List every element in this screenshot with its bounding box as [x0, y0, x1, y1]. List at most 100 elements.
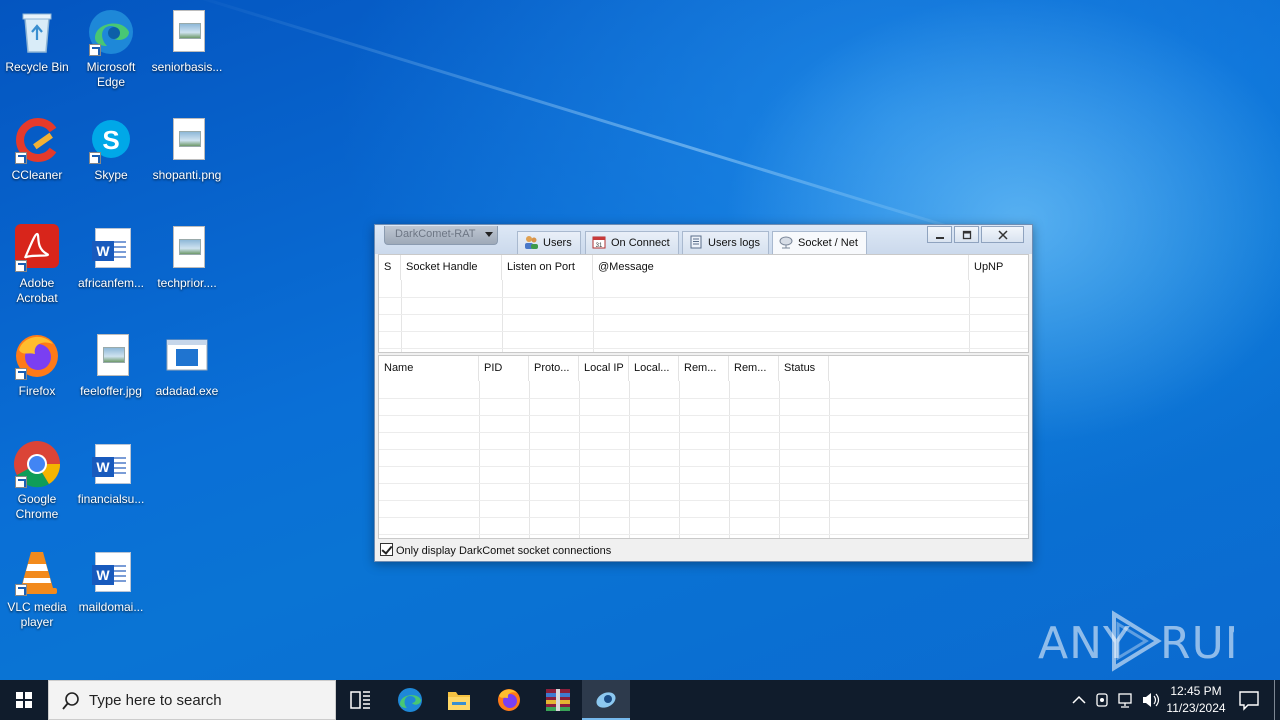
- desktop-icon-recycle-bin[interactable]: Recycle Bin: [0, 8, 75, 75]
- image-file-icon: [87, 332, 135, 380]
- taskbar-darkcomet[interactable]: [582, 680, 630, 720]
- darkcomet-icon: [596, 692, 616, 708]
- taskbar-clock[interactable]: 12:45 PM 11/23/2024: [1160, 683, 1232, 717]
- column-header[interactable]: Status: [779, 356, 829, 381]
- desktop-icon-label: Recycle Bin: [5, 60, 69, 74]
- tab-on-connect[interactable]: 31 On Connect: [585, 231, 679, 254]
- close-button[interactable]: [981, 226, 1024, 243]
- image-file-icon: [163, 8, 211, 56]
- window-titlebar[interactable]: DarkComet-RAT Users 31 On Connect Users …: [375, 225, 1032, 255]
- desktop-icon-techprior[interactable]: techprior....: [149, 224, 225, 291]
- only-darkcomet-sockets-checkbox[interactable]: Only display DarkComet socket connection…: [380, 543, 611, 558]
- tray-network-button[interactable]: [1116, 680, 1138, 720]
- tab-socket-net[interactable]: Socket / Net: [772, 231, 867, 255]
- column-header[interactable]: Name: [379, 356, 479, 381]
- desktop-icon-africanfem[interactable]: W africanfem...: [73, 224, 149, 291]
- column-header[interactable]: Rem...: [729, 356, 779, 381]
- desktop-icon-maildomai[interactable]: W maildomai...: [73, 548, 149, 615]
- grid-line: [379, 449, 1028, 450]
- start-button[interactable]: [0, 680, 48, 720]
- taskbar-edge[interactable]: [386, 680, 434, 720]
- column-header[interactable]: @Message: [593, 255, 969, 280]
- tab-label: Users logs: [708, 237, 760, 249]
- grid-line: [379, 398, 1028, 399]
- ccleaner-icon: [13, 116, 61, 164]
- desktop-icon-adobe-acrobat[interactable]: Adobe Acrobat: [0, 224, 75, 306]
- skype-icon: S: [87, 116, 135, 164]
- tab-users[interactable]: Users: [517, 231, 581, 254]
- grid-line: [379, 466, 1028, 467]
- grid-line: [829, 381, 830, 538]
- maximize-button[interactable]: [954, 226, 979, 243]
- speaker-icon: [1143, 693, 1160, 707]
- desktop-icon-seniorbasis[interactable]: seniorbasis...: [149, 8, 225, 75]
- desktop-icon-label: techprior....: [157, 276, 217, 290]
- close-icon: [997, 229, 1008, 240]
- app-menu-dropdown[interactable]: DarkComet-RAT: [384, 226, 498, 245]
- table-header: Name PID Proto... Local IP Local... Rem.…: [379, 356, 1028, 381]
- desktop-icon-google-chrome[interactable]: Google Chrome: [0, 440, 75, 522]
- show-hidden-icons-button[interactable]: [1068, 680, 1090, 720]
- table-header: S Socket Handle Listen on Port @Message …: [379, 255, 1028, 280]
- chevron-up-icon: [1072, 695, 1086, 704]
- darkcomet-window: DarkComet-RAT Users 31 On Connect Users …: [374, 224, 1033, 562]
- desktop-icon-label: seniorbasis...: [151, 60, 223, 74]
- minimize-button[interactable]: [927, 226, 952, 243]
- column-header[interactable]: UpNP: [969, 255, 1028, 280]
- grid-line: [779, 381, 780, 538]
- desktop-icon-firefox[interactable]: Firefox: [0, 332, 75, 399]
- column-header[interactable]: Local IP: [579, 356, 629, 381]
- desktop-icon-financialsu[interactable]: W financialsu...: [73, 440, 149, 507]
- column-header[interactable]: PID: [479, 356, 529, 381]
- desktop-icon-vlc[interactable]: VLC media player: [0, 548, 75, 630]
- column-header[interactable]: Rem...: [679, 356, 729, 381]
- tab-users-logs[interactable]: Users logs: [682, 231, 769, 254]
- tray-volume-button[interactable]: [1140, 680, 1162, 720]
- taskbar-file-explorer[interactable]: [435, 680, 483, 720]
- column-header[interactable]: Socket Handle: [401, 255, 502, 280]
- edge-icon: [87, 8, 135, 56]
- tray-device-button[interactable]: [1092, 680, 1114, 720]
- tab-label: Socket / Net: [798, 237, 858, 249]
- action-center-button[interactable]: [1234, 680, 1264, 720]
- grid-line: [379, 534, 1028, 535]
- taskbar-firefox[interactable]: [485, 680, 533, 720]
- socket-listeners-table[interactable]: S Socket Handle Listen on Port @Message …: [378, 254, 1029, 353]
- column-header[interactable]: Listen on Port: [502, 255, 593, 280]
- show-desktop-button[interactable]: [1274, 680, 1280, 720]
- desktop-icon-label: Google Chrome: [15, 492, 59, 521]
- wallpaper-light-beam: [179, 0, 1041, 257]
- users-icon: [524, 235, 538, 249]
- task-view-button[interactable]: [336, 680, 384, 720]
- taskbar-winrar[interactable]: [534, 680, 582, 720]
- desktop-icon-skype[interactable]: S Skype: [73, 116, 149, 183]
- column-header[interactable]: S: [379, 255, 401, 280]
- desktop-icon-label: feeloffer.jpg: [80, 384, 142, 398]
- grid-line: [379, 314, 1028, 315]
- desktop-icon-shopanti[interactable]: shopanti.png: [149, 116, 225, 183]
- checkbox-checked-icon[interactable]: [380, 543, 393, 556]
- image-file-icon: [163, 224, 211, 272]
- grid-line: [379, 415, 1028, 416]
- folder-icon: [448, 692, 470, 710]
- desktop-icon-label: shopanti.png: [152, 168, 222, 182]
- shortcut-arrow-icon: [15, 476, 27, 488]
- clock-time: 12:45 PM: [1170, 684, 1222, 698]
- taskbar: Type here to search 12:45 PM 11/23/2024: [0, 680, 1280, 720]
- grid-line: [379, 297, 1028, 298]
- connections-table[interactable]: Name PID Proto... Local IP Local... Rem.…: [378, 355, 1029, 539]
- grid-line: [679, 381, 680, 538]
- column-header[interactable]: Proto...: [529, 356, 579, 381]
- grid-line: [529, 381, 530, 538]
- recycle-bin-icon: [13, 8, 61, 56]
- anyrun-watermark: ANY RUN: [1038, 606, 1258, 676]
- desktop-icon-adadad-exe[interactable]: adadad.exe: [149, 332, 225, 399]
- column-header[interactable]: Local...: [629, 356, 679, 381]
- taskbar-search-box[interactable]: Type here to search: [48, 680, 336, 720]
- executable-icon: [163, 332, 211, 380]
- desktop-icon-label: adadad.exe: [155, 384, 219, 398]
- desktop-icon-ccleaner[interactable]: CCleaner: [0, 116, 75, 183]
- desktop-icon-feeloffer[interactable]: feeloffer.jpg: [73, 332, 149, 399]
- grid-line: [379, 500, 1028, 501]
- desktop-icon-microsoft-edge[interactable]: Microsoft Edge: [73, 8, 149, 90]
